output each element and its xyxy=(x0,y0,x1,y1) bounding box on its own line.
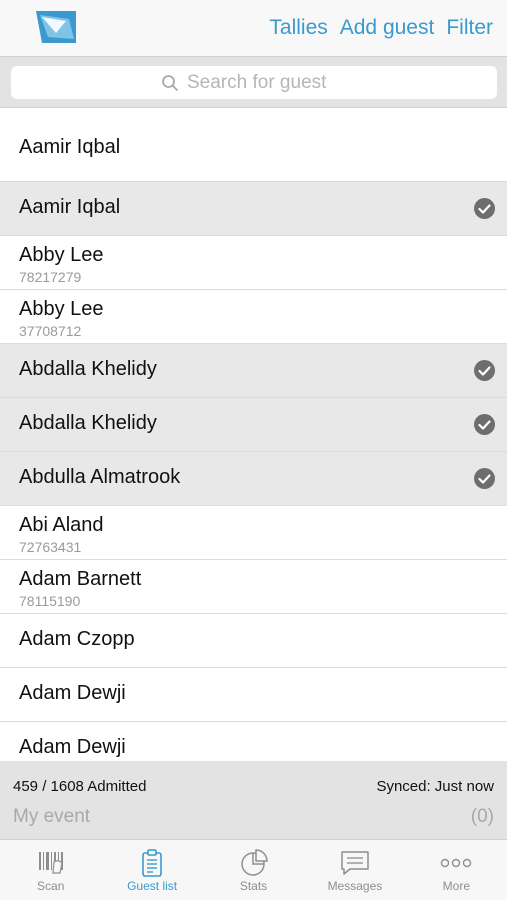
guest-row[interactable]: Aamir Iqbal xyxy=(0,182,507,236)
admitted-check-icon xyxy=(474,198,495,219)
guest-name: Adam Barnett xyxy=(19,568,142,590)
guest-name: Adam Czopp xyxy=(19,628,135,650)
tab-stats[interactable]: Stats xyxy=(203,840,304,900)
guest-row[interactable]: Abby Lee 37708712 xyxy=(0,290,507,344)
guest-row[interactable]: Abdulla Almatrook xyxy=(0,452,507,506)
sync-status: Synced: Just now xyxy=(376,778,494,795)
clipboard-icon xyxy=(142,849,162,877)
tab-messages[interactable]: Messages xyxy=(304,840,405,900)
event-count: (0) xyxy=(470,806,494,827)
guest-row[interactable]: Abi Aland 72763431 xyxy=(0,506,507,560)
guest-row[interactable]: Abby Lee 78217279 xyxy=(0,236,507,290)
admitted-check-icon xyxy=(474,360,495,381)
guest-name: Abi Aland xyxy=(19,514,104,536)
guest-row[interactable]: Adam Dewji xyxy=(0,668,507,722)
app-logo-icon[interactable] xyxy=(36,11,76,43)
event-name[interactable]: My event xyxy=(13,806,90,828)
tab-label: Stats xyxy=(239,879,268,893)
guest-ticket-id: 78115190 xyxy=(19,593,81,609)
search-input[interactable] xyxy=(187,71,347,94)
tab-label: More xyxy=(442,879,470,893)
guest-name: Abby Lee xyxy=(19,298,104,320)
barcode-scan-icon xyxy=(38,852,63,874)
tab-guest-list[interactable]: Guest list xyxy=(101,840,202,900)
guest-list: Aamir Iqbal Aamir Iqbal Abby Lee 78217279 Ab… xyxy=(0,120,507,776)
tab-label: Messages xyxy=(327,879,383,893)
guest-name: Adam Dewji xyxy=(19,736,126,758)
guest-name: Abdalla Khelidy xyxy=(19,358,157,380)
more-dots-icon xyxy=(441,858,472,868)
guest-row[interactable]: Aamir Iqbal xyxy=(0,120,507,182)
pie-chart-icon xyxy=(240,849,268,876)
guest-row[interactable]: Adam Czopp xyxy=(0,614,507,668)
guest-row[interactable]: Abdalla Khelidy xyxy=(0,398,507,452)
tab-scan[interactable]: Scan xyxy=(0,840,101,900)
guest-name: Abdalla Khelidy xyxy=(19,412,157,434)
admitted-check-icon xyxy=(474,468,495,489)
admitted-check-icon xyxy=(474,414,495,435)
guest-row[interactable]: Adam Barnett 78115190 xyxy=(0,560,507,614)
search-icon xyxy=(162,74,178,91)
guest-name: Aamir Iqbal xyxy=(19,136,121,158)
tab-more[interactable]: More xyxy=(406,840,507,900)
tab-label: Scan xyxy=(37,879,65,893)
header-actions: Tallies Add guest Filter xyxy=(269,15,493,41)
guest-name: Abdulla Almatrook xyxy=(19,466,181,488)
guest-ticket-id: 37708712 xyxy=(19,323,82,339)
message-bubble-icon xyxy=(341,851,369,875)
search-field[interactable] xyxy=(11,66,497,99)
top-nav-bar: Tallies Add guest Filter xyxy=(0,0,507,56)
guest-name: Aamir Iqbal xyxy=(19,196,121,218)
guest-ticket-id: 72763431 xyxy=(19,539,82,555)
tab-label: Guest list xyxy=(127,879,178,893)
add-guest-button[interactable]: Add guest xyxy=(340,15,435,41)
admitted-count: 459 / 1608 Admitted xyxy=(13,778,147,795)
guest-ticket-id: 78217279 xyxy=(19,269,82,285)
tallies-button[interactable]: Tallies xyxy=(269,15,327,41)
search-bar xyxy=(0,56,507,108)
event-status-panel: 459 / 1608 Admitted Synced: Just now My … xyxy=(0,761,507,839)
guest-row[interactable]: Abdalla Khelidy xyxy=(0,344,507,398)
guest-name: Abby Lee xyxy=(19,244,104,266)
guest-name: Adam Dewji xyxy=(19,682,126,704)
bottom-tab-bar: Scan Guest list Stats Messages More xyxy=(0,839,507,900)
filter-button[interactable]: Filter xyxy=(446,15,493,41)
